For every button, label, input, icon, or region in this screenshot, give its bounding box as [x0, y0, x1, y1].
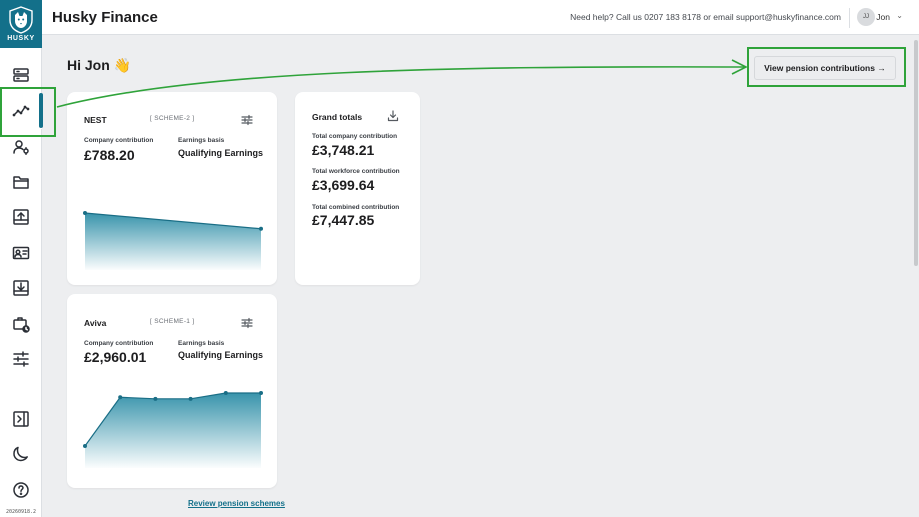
trend-area — [85, 393, 261, 468]
total-company-label: Total company contribution — [312, 133, 398, 140]
app-version: 20260918.2 — [5, 509, 37, 515]
highlight-box-button — [747, 47, 906, 87]
total-workforce-value: £3,699.64 — [312, 177, 375, 193]
scheme-name: NEST — [84, 115, 107, 125]
user-name[interactable]: Jon — [876, 12, 890, 22]
company-contribution-label: Company contribution — [84, 340, 154, 347]
header-divider — [849, 8, 850, 28]
earnings-basis-label: Earnings basis — [178, 340, 225, 347]
user-settings-icon — [13, 140, 29, 155]
total-workforce-label: Total workforce contribution — [312, 168, 400, 175]
panel-toggle-icon — [13, 411, 29, 427]
scheme-card-nest: NEST [ SCHEME-2 ] Company contribution £… — [67, 92, 277, 285]
scheme-trend-chart — [83, 211, 263, 270]
download-totals-icon[interactable] — [387, 109, 399, 122]
company-contribution-value: £788.20 — [84, 147, 135, 163]
upload-icon — [13, 209, 29, 225]
total-combined-value: £7,447.85 — [312, 212, 375, 228]
app-title: Husky Finance — [52, 9, 158, 26]
scheme-settings-icon[interactable] — [241, 113, 253, 126]
sidebar-item-upload[interactable] — [0, 199, 42, 235]
chevron-down-icon[interactable]: ⌄ — [896, 11, 903, 20]
trend-point — [83, 444, 87, 448]
briefcase-clock-icon — [13, 317, 30, 333]
earnings-basis-value: Qualifying Earnings — [178, 350, 264, 360]
scrollbar[interactable] — [914, 40, 918, 266]
help-text: Need help? Call us 0207 183 8178 or emai… — [570, 12, 841, 22]
help-icon — [13, 482, 29, 498]
folder-icon — [13, 176, 29, 189]
grand-totals-title: Grand totals — [312, 112, 363, 122]
sidebar-item-download[interactable] — [0, 270, 42, 306]
scheme-trend-chart — [83, 391, 263, 468]
trend-area — [85, 213, 261, 270]
trend-point — [223, 391, 228, 395]
earnings-basis-value: Qualifying Earnings — [178, 148, 264, 158]
husky-logo-icon — [9, 6, 33, 34]
trend-point — [83, 211, 87, 215]
total-company-value: £3,748.21 — [312, 142, 375, 158]
trend-point — [188, 396, 193, 401]
scheme-card-aviva: Aviva [ SCHEME-1 ] Company contribution … — [67, 294, 277, 488]
highlight-box-sidebar — [0, 87, 56, 137]
total-combined-label: Total combined contribution — [312, 204, 400, 211]
page-greeting: Hi Jon 👋 — [67, 57, 132, 73]
trend-point — [153, 396, 158, 401]
sidebar-item-payroll[interactable] — [0, 306, 42, 342]
download-icon — [13, 280, 29, 296]
trend-point — [259, 226, 263, 231]
review-pension-schemes-link[interactable]: Review pension schemes — [188, 499, 285, 508]
grand-totals-card: Grand totals Total company contribution … — [295, 92, 420, 285]
scheme-tag: [ SCHEME-2 ] — [150, 115, 195, 122]
company-contribution-value: £2,960.01 — [84, 349, 147, 365]
server-icon — [13, 68, 29, 82]
sidebar-item-settings[interactable] — [0, 341, 42, 377]
sidebar-item-employees[interactable] — [0, 235, 42, 271]
sidebar-item-documents[interactable] — [0, 164, 42, 200]
trend-point — [259, 391, 263, 395]
scheme-settings-icon[interactable] — [241, 316, 253, 329]
logo-text: HUSKY — [7, 35, 35, 42]
trend-point — [118, 395, 123, 400]
scheme-tag: [ SCHEME-1 ] — [150, 318, 195, 325]
dark-mode-toggle[interactable] — [0, 436, 42, 472]
sidebar: HUSKY 20260918.2 — [0, 0, 43, 517]
avatar[interactable]: JJ — [857, 8, 875, 26]
sliders-icon — [13, 351, 29, 367]
sidebar-toggle[interactable] — [0, 401, 42, 437]
scheme-name: Aviva — [84, 318, 107, 328]
earnings-basis-label: Earnings basis — [178, 137, 225, 144]
top-header: Husky Finance Need help? Call us 0207 18… — [42, 0, 919, 35]
husky-logo[interactable]: HUSKY — [0, 0, 42, 48]
help-button[interactable] — [0, 472, 42, 508]
moon-icon — [13, 446, 28, 462]
company-contribution-label: Company contribution — [84, 137, 154, 144]
id-card-icon — [12, 246, 30, 260]
